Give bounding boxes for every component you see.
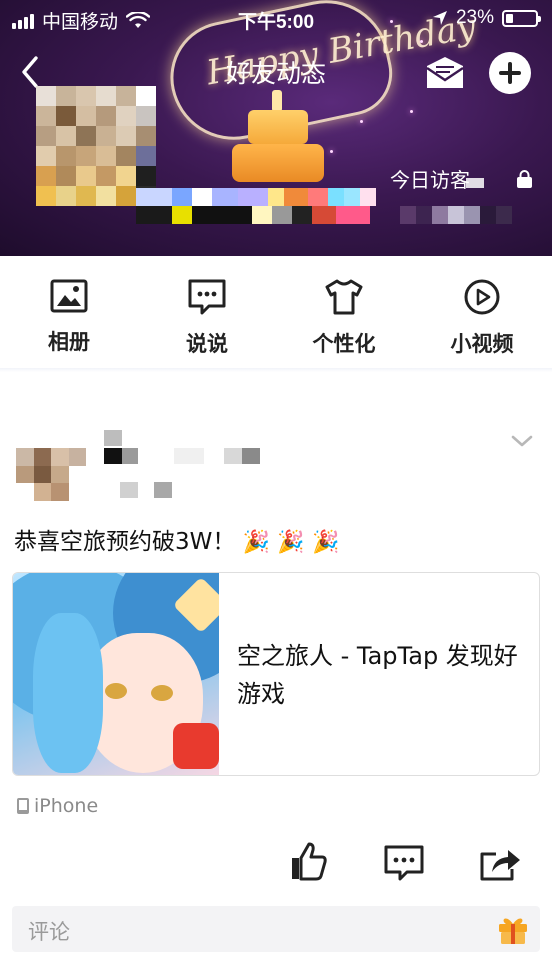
album-label: 相册 xyxy=(48,330,90,354)
moments-button[interactable]: 说说 xyxy=(147,278,267,358)
party-emoji: 🎉 xyxy=(242,530,271,555)
chevron-down-icon[interactable] xyxy=(510,432,534,450)
quick-action-bar: 相册 说说 个性化 小视频 xyxy=(0,256,552,368)
post-text: 恭喜空旅预约破3W！ xyxy=(14,529,236,555)
shared-link-card[interactable]: 空之旅人 - TapTap 发现好游戏 xyxy=(12,572,540,776)
mail-icon[interactable] xyxy=(424,54,466,90)
cake-top-tier xyxy=(248,110,308,144)
visitors-label[interactable]: 今日访客 xyxy=(390,164,470,193)
visitor-avatars-blurred xyxy=(400,206,512,224)
post-author-blurred[interactable] xyxy=(104,430,264,500)
personalize-label: 个性化 xyxy=(312,332,376,356)
location-arrow-icon xyxy=(432,11,447,25)
battery-percent: 23% xyxy=(455,7,494,28)
sparkle xyxy=(360,120,363,123)
photo-album-icon xyxy=(50,279,88,313)
post-action-bar xyxy=(0,840,552,886)
short-video-label: 小视频 xyxy=(450,332,514,356)
profile-header-banner: Happy Birthday 中国移动 下午5:00 23% 好友动态 今日访客 xyxy=(0,0,552,256)
personalize-button[interactable]: 个性化 xyxy=(284,278,404,358)
post-content: 恭喜空旅预约破3W！ 🎉 🎉 🎉 xyxy=(14,522,340,556)
cake-candle xyxy=(272,90,282,112)
profile-signature-blurred xyxy=(136,206,370,242)
like-icon[interactable] xyxy=(288,840,328,882)
plus-circle-icon[interactable] xyxy=(489,52,531,94)
comment-placeholder: 评论 xyxy=(28,920,70,944)
party-emoji: 🎉 xyxy=(277,530,305,555)
gift-icon[interactable] xyxy=(496,912,530,946)
chat-bubble-icon xyxy=(188,279,226,315)
battery-icon xyxy=(502,9,541,27)
device-name: iPhone xyxy=(34,795,99,817)
video-play-icon xyxy=(464,279,500,315)
page-title: 好友动态 xyxy=(225,59,326,88)
phone-icon xyxy=(17,798,29,814)
album-button[interactable]: 相册 xyxy=(9,278,129,356)
cake-bottom-tier xyxy=(232,144,324,182)
device-tag: iPhone xyxy=(16,795,98,817)
short-video-button[interactable]: 小视频 xyxy=(422,278,542,358)
comment-input[interactable]: 评论 xyxy=(12,906,540,952)
divider xyxy=(0,368,552,372)
comment-icon[interactable] xyxy=(383,844,425,882)
status-bar: 中国移动 下午5:00 23% xyxy=(0,0,552,36)
moments-label: 说说 xyxy=(186,332,228,356)
tshirt-icon xyxy=(325,279,363,315)
party-emoji: 🎉 xyxy=(312,530,340,555)
game-thumbnail xyxy=(13,573,219,775)
lock-icon xyxy=(517,170,532,188)
share-icon[interactable] xyxy=(478,844,522,882)
avatar[interactable] xyxy=(16,448,86,501)
sparkle xyxy=(410,110,413,113)
visitors-count-blurred xyxy=(466,178,484,188)
link-title: 空之旅人 - TapTap 发现好游戏 xyxy=(237,642,518,708)
sparkle xyxy=(330,150,333,153)
sparkle xyxy=(420,40,423,43)
